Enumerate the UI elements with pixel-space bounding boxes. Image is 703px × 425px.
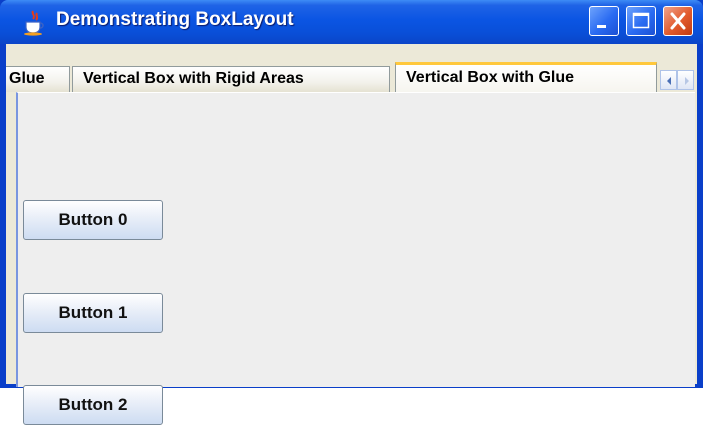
tab-vertical-box-glue[interactable]: Vertical Box with Glue xyxy=(395,62,657,92)
tab-label: Vertical Box with Rigid Areas xyxy=(83,70,304,87)
tab-label: Glue xyxy=(9,70,45,87)
button-1[interactable]: Button 1 xyxy=(23,293,163,333)
tab-scroll-buttons xyxy=(660,70,694,90)
minimize-button[interactable] xyxy=(589,6,619,36)
tab-scroll-right-button[interactable] xyxy=(677,70,694,90)
tab-content-panel: Button 0 Button 1 Button 2 xyxy=(16,92,695,425)
tab-glue[interactable]: Glue xyxy=(6,66,70,92)
tab-label: Vertical Box with Glue xyxy=(406,69,575,86)
close-button[interactable] xyxy=(663,6,693,36)
app-window: Demonstrating BoxLayout Glue Vertical Bo… xyxy=(0,0,703,425)
tab-vertical-box-rigid-areas[interactable]: Vertical Box with Rigid Areas xyxy=(72,66,390,92)
java-cup-icon xyxy=(24,10,44,36)
button-2[interactable]: Button 2 xyxy=(23,385,163,425)
title-bar[interactable]: Demonstrating BoxLayout xyxy=(0,0,703,44)
close-icon xyxy=(670,12,686,30)
scroll-left-icon xyxy=(667,77,671,85)
window-title: Demonstrating BoxLayout xyxy=(56,9,294,30)
client-area: Glue Vertical Box with Rigid Areas Verti… xyxy=(6,44,697,425)
tab-strip: Glue Vertical Box with Rigid Areas Verti… xyxy=(6,62,697,92)
scroll-right-icon xyxy=(685,77,689,85)
minimize-icon xyxy=(597,25,606,28)
tab-scroll-left-button[interactable] xyxy=(660,70,677,90)
maximize-button[interactable] xyxy=(626,6,656,36)
maximize-icon xyxy=(632,12,650,29)
button-0[interactable]: Button 0 xyxy=(23,200,163,240)
